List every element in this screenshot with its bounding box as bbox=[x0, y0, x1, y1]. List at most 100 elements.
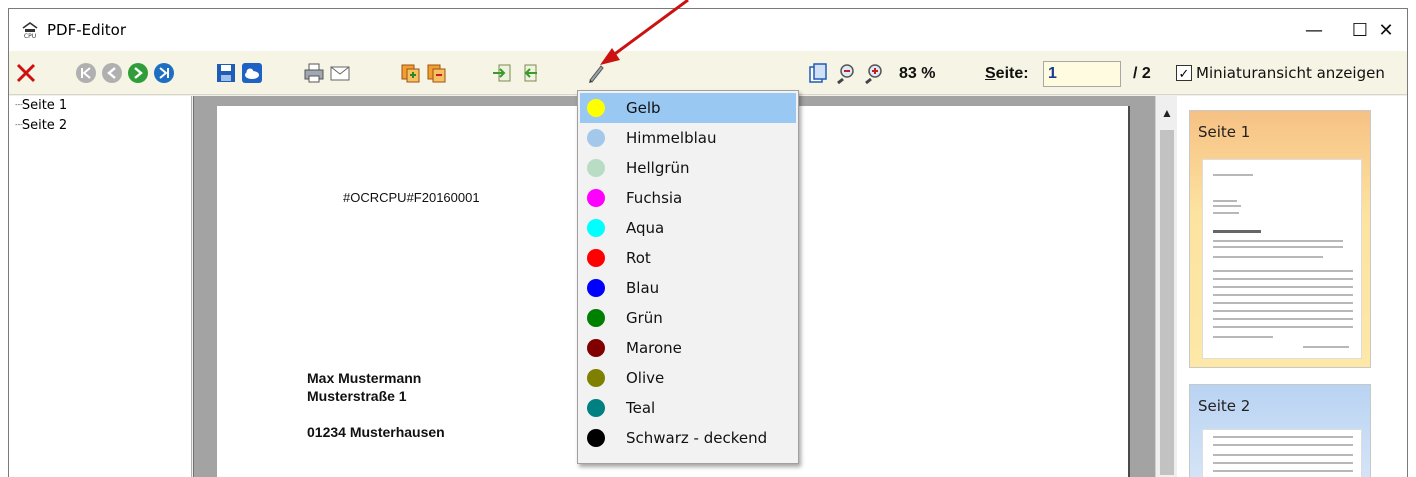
menu-item-himmelblau[interactable]: Himmelblau bbox=[580, 123, 796, 153]
color-swatch-icon bbox=[587, 189, 605, 207]
page-tree: ┄Seite 1 ┄Seite 2 bbox=[9, 96, 192, 477]
preview-line bbox=[1213, 310, 1353, 312]
vertical-scrollbar[interactable]: ▲ bbox=[1155, 96, 1177, 477]
title-bar: CPU PDF-Editor — ☐ ✕ bbox=[9, 9, 1407, 51]
menu-item-olive[interactable]: Olive bbox=[580, 363, 796, 393]
color-swatch-icon bbox=[587, 429, 605, 447]
fit-page-button[interactable] bbox=[807, 62, 829, 84]
thumbnail-checkbox-label[interactable]: Miniaturansicht anzeigen bbox=[1196, 64, 1385, 82]
first-page-icon bbox=[76, 63, 96, 83]
thumbnail-seite-1[interactable]: Seite 1 bbox=[1189, 110, 1371, 368]
preview-line bbox=[1213, 278, 1353, 280]
color-swatch-icon bbox=[587, 219, 605, 237]
preview-line bbox=[1213, 326, 1353, 328]
tree-connector: ┄ bbox=[15, 98, 23, 113]
menu-item-gruen[interactable]: Grün bbox=[580, 303, 796, 333]
thumbnail-checkbox[interactable]: ✓ bbox=[1176, 65, 1192, 81]
red-x-icon bbox=[16, 63, 36, 83]
menu-item-rot[interactable]: Rot bbox=[580, 243, 796, 273]
ocr-code-text: #OCRCPU#F20160001 bbox=[343, 190, 480, 205]
color-swatch-icon bbox=[587, 369, 605, 387]
color-swatch-icon bbox=[587, 249, 605, 267]
zoom-in-button[interactable] bbox=[863, 62, 885, 84]
email-button[interactable] bbox=[329, 62, 351, 84]
delete-button[interactable] bbox=[15, 62, 37, 84]
minimize-button[interactable]: — bbox=[1291, 9, 1337, 51]
save-button[interactable] bbox=[215, 62, 237, 84]
preview-line bbox=[1213, 246, 1343, 248]
menu-item-aqua[interactable]: Aqua bbox=[580, 213, 796, 243]
address-street: Musterstraße 1 bbox=[307, 388, 407, 404]
address-name: Max Mustermann bbox=[307, 370, 422, 386]
rotate-left-button[interactable] bbox=[517, 62, 539, 84]
first-page-button[interactable] bbox=[75, 62, 97, 84]
insert-pages-button[interactable] bbox=[399, 62, 421, 84]
preview-line bbox=[1213, 200, 1237, 202]
thumbnail-seite-2[interactable]: Seite 2 bbox=[1189, 384, 1371, 477]
close-window-button[interactable]: ✕ bbox=[1363, 9, 1407, 51]
page-label-text: eite: bbox=[995, 65, 1029, 82]
color-swatch-icon bbox=[587, 99, 605, 117]
page-label-accesskey: S bbox=[985, 65, 996, 82]
next-page-icon bbox=[128, 63, 148, 83]
preview-line bbox=[1213, 240, 1343, 242]
menu-item-fuchsia[interactable]: Fuchsia bbox=[580, 183, 796, 213]
menu-item-label: Grün bbox=[626, 309, 663, 327]
menu-item-label: Blau bbox=[626, 279, 660, 297]
menu-item-label: Olive bbox=[626, 369, 665, 387]
zoom-out-button[interactable] bbox=[835, 62, 857, 84]
scroll-up-arrow-icon[interactable]: ▲ bbox=[1161, 106, 1173, 120]
preview-line bbox=[1213, 436, 1353, 438]
next-page-button[interactable] bbox=[127, 62, 149, 84]
previous-page-button[interactable] bbox=[101, 62, 123, 84]
preview-line bbox=[1213, 470, 1353, 472]
highlighter-pen-button[interactable] bbox=[585, 62, 607, 84]
tree-item-seite-2[interactable]: ┄Seite 2 bbox=[15, 118, 67, 133]
menu-item-gelb[interactable]: Gelb bbox=[580, 93, 796, 123]
zoom-out-icon bbox=[837, 64, 854, 84]
page-label: Seite: bbox=[985, 65, 1029, 83]
preview-line bbox=[1213, 286, 1353, 288]
menu-item-label: Himmelblau bbox=[626, 129, 717, 147]
menu-item-label: Gelb bbox=[626, 99, 661, 117]
app-logo-icon: CPU bbox=[22, 22, 38, 39]
last-page-button[interactable] bbox=[153, 62, 175, 84]
color-swatch-icon bbox=[587, 129, 605, 147]
menu-item-hellgruen[interactable]: Hellgrün bbox=[580, 153, 796, 183]
checkmark-icon: ✓ bbox=[1178, 65, 1190, 81]
rotate-right-icon bbox=[493, 64, 511, 82]
color-swatch-icon bbox=[587, 159, 605, 177]
preview-line bbox=[1213, 454, 1353, 456]
address-city: 01234 Musterhausen bbox=[307, 424, 445, 440]
menu-item-blau[interactable]: Blau bbox=[580, 273, 796, 303]
preview-line bbox=[1213, 462, 1353, 464]
rotate-left-icon bbox=[524, 64, 537, 82]
cloud-upload-button[interactable] bbox=[241, 62, 263, 84]
tree-item-label: Seite 1 bbox=[21, 98, 68, 113]
tree-item-seite-1[interactable]: ┄Seite 1 bbox=[15, 98, 67, 113]
thumbnail-page-preview bbox=[1202, 429, 1362, 477]
cloud-icon bbox=[242, 63, 262, 83]
rotate-right-button[interactable] bbox=[491, 62, 513, 84]
menu-item-label: Aqua bbox=[626, 219, 665, 237]
preview-line bbox=[1213, 205, 1241, 207]
remove-pages-button[interactable] bbox=[425, 62, 447, 84]
menu-item-schwarz-deckend[interactable]: Schwarz - deckend bbox=[580, 423, 796, 453]
floppy-disk-icon bbox=[217, 64, 235, 82]
menu-item-marone[interactable]: Marone bbox=[580, 333, 796, 363]
menu-item-teal[interactable]: Teal bbox=[580, 393, 796, 423]
last-page-icon bbox=[154, 63, 174, 83]
tree-item-label: Seite 2 bbox=[21, 118, 68, 133]
page-number-input[interactable]: 1 bbox=[1043, 61, 1121, 87]
scrollbar-thumb[interactable] bbox=[1160, 130, 1174, 475]
menu-item-label: Teal bbox=[626, 399, 656, 417]
printer-icon bbox=[304, 63, 324, 83]
window-title: PDF-Editor bbox=[47, 21, 127, 39]
preview-line bbox=[1213, 318, 1353, 320]
print-button[interactable] bbox=[303, 62, 325, 84]
menu-item-label: Schwarz - deckend bbox=[626, 429, 768, 447]
preview-line bbox=[1213, 444, 1353, 446]
preview-line bbox=[1213, 230, 1261, 233]
zoom-level: 83 % bbox=[899, 65, 936, 82]
thumbnail-title: Seite 1 bbox=[1198, 123, 1251, 141]
